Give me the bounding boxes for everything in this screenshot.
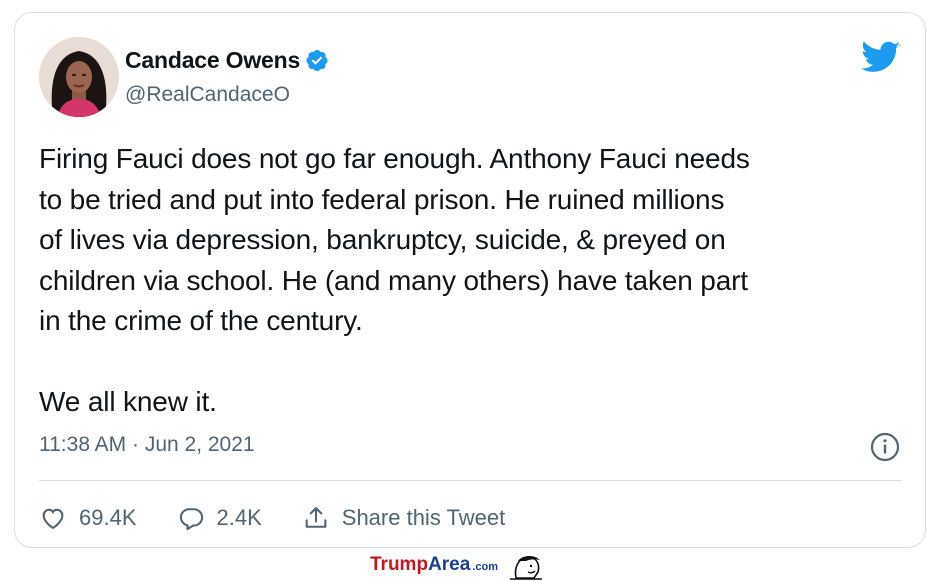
share-upload-icon — [305, 507, 327, 528]
watermark-brand: TrumpArea .com — [370, 553, 498, 579]
reply-count: 2.4K — [216, 505, 262, 530]
author-display-name[interactable]: Candace Owens — [125, 47, 300, 73]
profile-photo-icon — [39, 37, 119, 117]
tweet-text: Firing Fauci does not go far enough. Ant… — [39, 143, 750, 417]
twitter-bird-icon[interactable] — [861, 41, 901, 75]
divider — [39, 480, 901, 481]
watermark-brand-text: TrumpArea — [370, 554, 471, 575]
tweet-actions-bar: 69.4K 2.4K Share this Tweet — [39, 501, 545, 535]
reply-button[interactable]: 2.4K — [177, 504, 262, 532]
watermark-dotcom: .com — [472, 561, 498, 573]
like-count: 69.4K — [79, 505, 137, 530]
share-label: Share this Tweet — [341, 505, 506, 530]
tweet-timestamp[interactable]: 11:38 AM · Jun 2, 2021 — [39, 433, 255, 457]
info-icon[interactable] — [869, 431, 901, 463]
share-button[interactable]: Share this Tweet — [302, 504, 505, 532]
author-name-row[interactable]: Candace Owens — [125, 47, 329, 73]
reply-bubble-icon — [179, 508, 203, 531]
like-button[interactable]: 69.4K — [39, 504, 137, 532]
screenshot-stage: Candace Owens @RealCandaceO Firing Fauci… — [0, 0, 940, 581]
author-handle[interactable]: @RealCandaceO — [125, 83, 290, 107]
caricature-icon — [510, 555, 542, 580]
tweet-card: Candace Owens @RealCandaceO Firing Fauci… — [14, 12, 926, 548]
watermark-logo: TrumpArea .com — [370, 552, 546, 580]
heart-icon — [42, 508, 64, 530]
avatar[interactable] — [39, 37, 119, 117]
verified-badge-icon — [306, 50, 328, 71]
